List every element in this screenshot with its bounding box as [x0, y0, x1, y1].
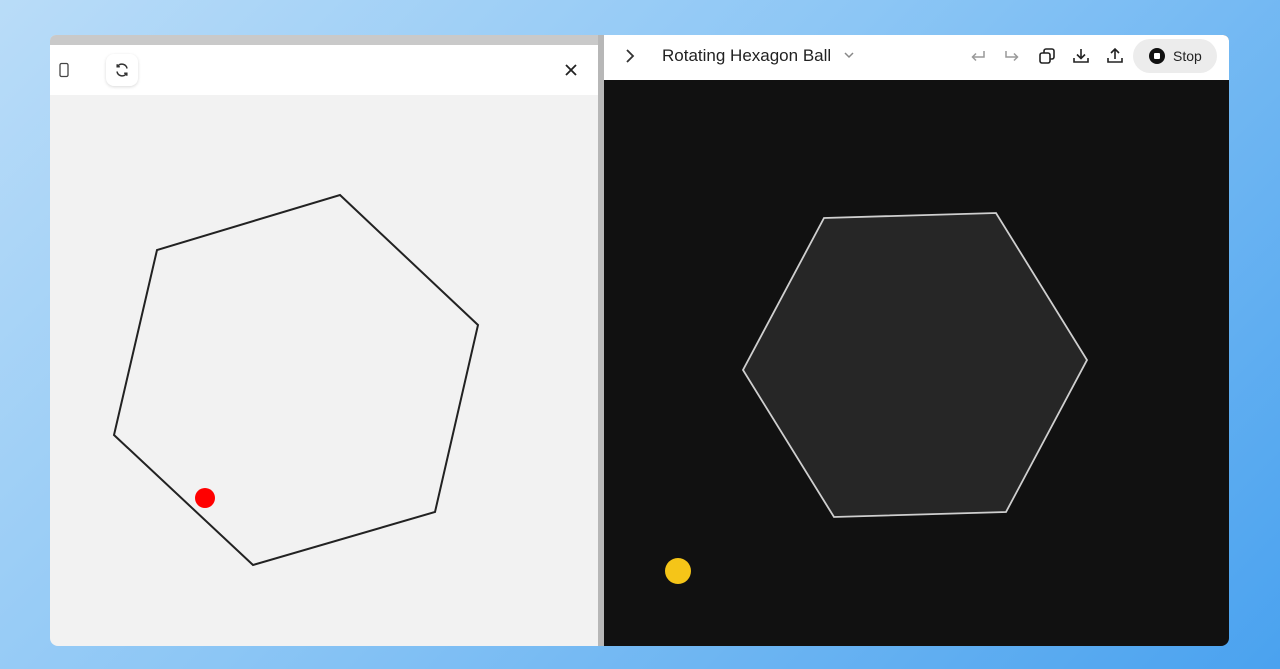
close-button[interactable]	[555, 54, 587, 86]
left-preview-panel	[50, 35, 602, 646]
download-icon[interactable]	[1071, 46, 1091, 66]
stop-button[interactable]: Stop	[1133, 39, 1217, 73]
right-preview-panel: Rotating Hexagon Ball Stop	[604, 35, 1229, 646]
left-panel-top-strip	[50, 35, 602, 45]
close-icon	[565, 64, 577, 76]
stop-label: Stop	[1173, 48, 1202, 64]
share-icon[interactable]	[1105, 46, 1125, 66]
right-ball	[665, 558, 691, 584]
undo-icon[interactable]	[968, 46, 988, 66]
refresh-button[interactable]	[106, 54, 138, 86]
left-toolbar	[50, 45, 602, 95]
project-title: Rotating Hexagon Ball	[662, 46, 832, 65]
refresh-icon	[116, 63, 128, 77]
right-hexagon	[741, 212, 1089, 518]
device-frame-icon	[59, 62, 69, 78]
chevron-right-icon[interactable]	[620, 46, 640, 66]
right-animation-canvas	[604, 80, 1229, 646]
device-frame-button[interactable]	[50, 54, 80, 86]
stop-icon	[1149, 48, 1165, 64]
project-title-dropdown[interactable]: Rotating Hexagon Ball	[662, 35, 856, 77]
right-toolbar: Rotating Hexagon Ball Stop	[604, 35, 1229, 80]
left-ball	[195, 488, 215, 508]
redo-icon[interactable]	[1002, 46, 1022, 66]
left-hexagon	[112, 193, 480, 567]
copy-icon[interactable]	[1037, 46, 1057, 66]
left-animation-canvas	[50, 95, 602, 646]
chevron-down-icon	[844, 52, 854, 59]
